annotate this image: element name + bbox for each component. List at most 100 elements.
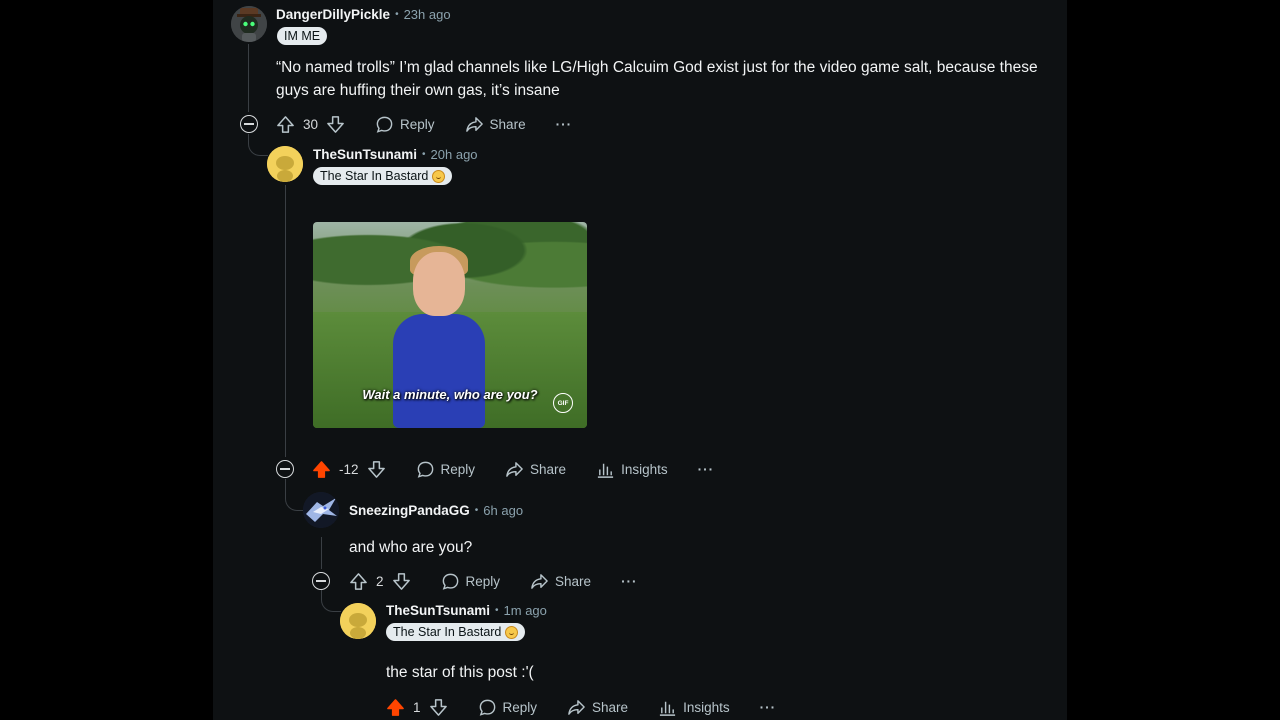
comment-meta: SneezingPandaGG • 6h ago bbox=[349, 503, 523, 518]
reply-label: Reply bbox=[502, 699, 538, 715]
downvote-icon[interactable] bbox=[367, 460, 386, 479]
thread-line-3 bbox=[321, 537, 322, 569]
gif-kid-body bbox=[393, 314, 485, 428]
username[interactable]: SneezingPandaGG bbox=[349, 503, 470, 518]
comment-meta: TheSunTsunami • 1m ago bbox=[386, 603, 547, 618]
more-icon: ··· bbox=[697, 461, 715, 477]
username[interactable]: DangerDillyPickle bbox=[276, 7, 390, 22]
upvote-icon[interactable] bbox=[312, 460, 331, 479]
avatar[interactable] bbox=[303, 492, 339, 528]
flair-label: IM ME bbox=[284, 29, 321, 43]
collapse-icon[interactable] bbox=[276, 460, 294, 478]
vote-count: -12 bbox=[339, 461, 359, 477]
avatar[interactable] bbox=[267, 146, 303, 182]
gif-caption: Wait a minute, who are you? bbox=[362, 387, 538, 402]
separator-dot: • bbox=[395, 9, 399, 20]
more-options-button[interactable]: ··· bbox=[760, 700, 777, 715]
share-button[interactable]: Share bbox=[567, 698, 628, 717]
share-label: Share bbox=[489, 116, 526, 132]
snoo-avatar-icon bbox=[340, 603, 376, 639]
more-options-button[interactable]: ··· bbox=[621, 574, 638, 589]
share-icon bbox=[505, 460, 524, 479]
avatar[interactable] bbox=[340, 603, 376, 639]
vote-group: -12 bbox=[312, 460, 386, 479]
reply-label: Reply bbox=[465, 573, 501, 589]
thread-line-1 bbox=[248, 44, 249, 112]
share-label: Share bbox=[555, 573, 592, 589]
gif-kid-head bbox=[413, 252, 465, 316]
reply-button[interactable]: Reply bbox=[375, 115, 435, 134]
reply-icon bbox=[416, 460, 435, 479]
vote-group: 1 bbox=[386, 698, 448, 717]
comment-meta: TheSunTsunami • 20h ago bbox=[313, 147, 478, 162]
reply-label: Reply bbox=[400, 116, 435, 132]
more-icon: ··· bbox=[759, 699, 777, 715]
more-options-button[interactable]: ··· bbox=[698, 462, 715, 477]
downvote-icon[interactable] bbox=[429, 698, 448, 717]
star-emoji-icon bbox=[432, 169, 446, 183]
avatar[interactable] bbox=[231, 6, 267, 42]
downvote-icon[interactable] bbox=[392, 572, 411, 591]
reply-icon bbox=[478, 698, 497, 717]
comment-actions: 1 Reply Share Insights ··· bbox=[386, 695, 806, 719]
insights-icon bbox=[658, 698, 677, 717]
timestamp[interactable]: 23h ago bbox=[404, 7, 451, 22]
insights-button[interactable]: Insights bbox=[658, 698, 730, 717]
thread-connector-2 bbox=[285, 479, 305, 511]
thread-line-2 bbox=[285, 185, 286, 457]
separator-dot: • bbox=[495, 605, 499, 616]
gif-image[interactable]: Wait a minute, who are you? GIF bbox=[313, 222, 587, 428]
share-icon bbox=[465, 115, 484, 134]
vote-group: 30 bbox=[276, 115, 345, 134]
comment-actions: 30 Reply Share ··· bbox=[276, 112, 602, 136]
user-flair: IM ME bbox=[277, 27, 328, 45]
timestamp[interactable]: 1m ago bbox=[504, 603, 547, 618]
share-button[interactable]: Share bbox=[505, 460, 566, 479]
insights-button[interactable]: Insights bbox=[596, 460, 668, 479]
insights-label: Insights bbox=[621, 461, 668, 477]
reply-label: Reply bbox=[440, 461, 476, 477]
reply-button[interactable]: Reply bbox=[478, 698, 538, 717]
comment-body: and who are you? bbox=[349, 539, 473, 556]
share-icon bbox=[530, 572, 549, 591]
reply-icon bbox=[441, 572, 460, 591]
insights-icon bbox=[596, 460, 615, 479]
username[interactable]: TheSunTsunami bbox=[313, 147, 417, 162]
comment-body: the star of this post :'( bbox=[386, 664, 534, 681]
more-options-button[interactable]: ··· bbox=[556, 117, 573, 132]
downvote-icon[interactable] bbox=[326, 115, 345, 134]
upvote-icon[interactable] bbox=[386, 698, 405, 717]
reply-button[interactable]: Reply bbox=[416, 460, 476, 479]
vote-count: 30 bbox=[303, 116, 319, 132]
upvote-icon[interactable] bbox=[276, 115, 295, 134]
username[interactable]: TheSunTsunami bbox=[386, 603, 490, 618]
share-label: Share bbox=[530, 461, 567, 477]
vote-count: 1 bbox=[413, 699, 421, 715]
user-flair: The Star In Bastard bbox=[313, 167, 453, 185]
collapse-icon[interactable] bbox=[240, 115, 258, 133]
flair-label: The Star In Bastard bbox=[320, 169, 429, 183]
vote-group: 2 bbox=[349, 572, 411, 591]
collapse-icon[interactable] bbox=[312, 572, 330, 590]
flair-label: The Star In Bastard bbox=[393, 625, 502, 639]
share-icon bbox=[567, 698, 586, 717]
share-button[interactable]: Share bbox=[530, 572, 591, 591]
timestamp[interactable]: 20h ago bbox=[431, 147, 478, 162]
gif-badge-icon: GIF bbox=[553, 393, 573, 413]
comment-thread-panel: DangerDillyPickle • 23h ago IM ME “No na… bbox=[213, 0, 1067, 720]
share-button[interactable]: Share bbox=[465, 115, 526, 134]
comment-meta: DangerDillyPickle • 23h ago bbox=[276, 7, 451, 22]
thread-connector-1 bbox=[248, 134, 268, 156]
separator-dot: • bbox=[474, 505, 479, 516]
dragon-avatar-icon bbox=[303, 492, 339, 528]
share-label: Share bbox=[592, 699, 629, 715]
star-emoji-icon bbox=[505, 625, 519, 639]
timestamp[interactable]: 6h ago bbox=[483, 503, 523, 518]
insights-label: Insights bbox=[683, 699, 730, 715]
reply-icon bbox=[375, 115, 394, 134]
snoo-avatar-icon bbox=[231, 6, 267, 42]
upvote-icon[interactable] bbox=[349, 572, 368, 591]
comment-body: “No named trolls” I’m glad channels like… bbox=[276, 59, 1038, 99]
reply-button[interactable]: Reply bbox=[441, 572, 501, 591]
snoo-avatar-icon bbox=[267, 146, 303, 182]
